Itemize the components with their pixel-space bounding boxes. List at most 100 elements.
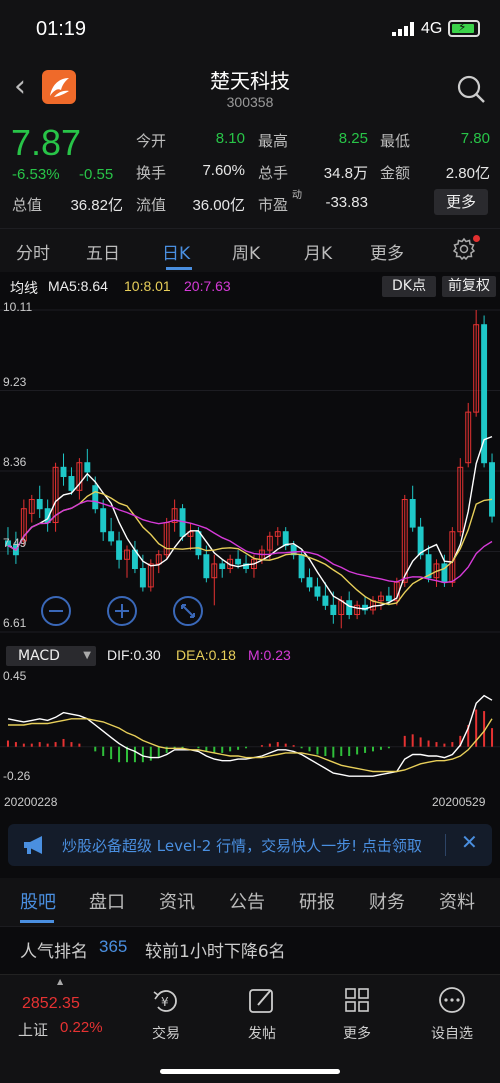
change-percent: -6.53% — [12, 166, 60, 183]
notification-dot — [473, 235, 480, 242]
candle-body — [116, 540, 123, 560]
dea-line — [8, 718, 493, 773]
quote-field-value: -33.83 — [325, 194, 368, 211]
candle-body — [417, 526, 424, 556]
macd-y-tick-label: -0.26 — [3, 769, 31, 783]
period-tab[interactable]: 五日 — [86, 239, 120, 264]
dropdown-arrow-icon: ▼ — [83, 650, 91, 661]
dif-value: DIF:0.30 — [107, 647, 161, 663]
content-tab[interactable]: 资讯 — [159, 888, 195, 914]
quote-field-label: 金额 — [380, 164, 411, 182]
ma20-value: 20:7.63 — [184, 278, 231, 294]
kline-chart[interactable]: 10.11 9.23 8.36 7.49 6.61 — [0, 298, 500, 640]
edit-icon — [249, 989, 273, 1013]
quote-field-value: 36.82亿 — [70, 197, 123, 214]
network-type: 4G — [421, 20, 443, 37]
indicator-select-label: MACD — [18, 648, 60, 664]
indicator-select[interactable]: MACD ▼ — [6, 646, 96, 666]
period-tab[interactable]: 周K — [232, 239, 260, 264]
search-icon[interactable] — [456, 74, 486, 104]
content-tab[interactable]: 研报 — [299, 888, 335, 914]
rank-label: 人气排名 — [20, 942, 88, 962]
candle-body — [219, 563, 226, 570]
quote-field-label: 最低 — [380, 132, 411, 150]
battery-icon: ⚡ — [448, 20, 480, 37]
quote-field-value: 36.00亿 — [192, 197, 245, 214]
signal-icon — [392, 22, 414, 36]
quote-field-label: 总手 — [258, 164, 289, 182]
more-dots-icon — [439, 987, 465, 1013]
macd-chart[interactable]: 0.45 -0.26 — [0, 669, 500, 794]
adjust-button[interactable]: 前复权 — [442, 276, 496, 297]
banner-text: 炒股必备超级 Level-2 行情，交易快人一步! 点击领取 — [62, 837, 422, 855]
settings-gear-icon[interactable] — [452, 237, 476, 261]
popularity-rank[interactable]: 人气排名 365 较前1小时下降6名 — [0, 926, 500, 972]
period-tab[interactable]: 分时 — [16, 239, 50, 264]
candle-body — [195, 531, 202, 556]
promo-banner[interactable]: 炒股必备超级 Level-2 行情，交易快人一步! 点击领取 ✕ — [8, 824, 492, 866]
dk-point-button[interactable]: DK点 — [382, 276, 436, 297]
nav-watchlist[interactable]: 设自选 — [422, 975, 482, 1045]
quote-field-label: 流值 — [136, 196, 167, 214]
candle-body — [481, 324, 488, 464]
index-percent: 0.22% — [60, 1019, 103, 1036]
trade-icon: ¥ — [153, 990, 177, 1012]
close-icon[interactable]: ✕ — [461, 830, 478, 854]
candle-body — [298, 554, 305, 579]
period-tab[interactable]: 更多 — [370, 239, 404, 264]
zoom-in-icon[interactable] — [106, 595, 138, 627]
period-tab[interactable]: 月K — [304, 239, 332, 264]
content-tab[interactable]: 股吧 — [20, 888, 56, 914]
quote-field-label: 市盈 — [258, 196, 289, 214]
quote-field-superscript: 动 — [292, 190, 302, 201]
nav-trade[interactable]: ¥ 交易 — [136, 975, 196, 1045]
candle-body — [92, 485, 99, 510]
content-tab[interactable]: 财务 — [369, 888, 405, 914]
ma-label: 均线 — [10, 281, 38, 297]
rank-value: 365 — [99, 937, 128, 956]
content-tabs: 股吧 盘口 资讯 公告 研报 财务 资料 — [0, 878, 500, 926]
candle-body — [203, 554, 210, 579]
quote-field-value: 34.8万 — [323, 165, 368, 182]
svg-text:¥: ¥ — [161, 995, 169, 1009]
macd-y-tick-label: 0.45 — [3, 669, 27, 683]
quote-field-value: 7.80 — [460, 130, 490, 147]
fullscreen-icon[interactable] — [172, 595, 204, 627]
nav-more[interactable]: 更多 — [327, 975, 387, 1045]
content-tab[interactable]: 盘口 — [89, 888, 125, 914]
ma10-value: 10:8.01 — [124, 278, 171, 294]
y-tick-label: 7.49 — [3, 535, 27, 550]
last-price: 7.87 — [11, 122, 82, 163]
y-tick-label: 9.23 — [3, 374, 27, 389]
candle-body — [139, 568, 146, 588]
stock-name: 楚天科技 — [210, 69, 290, 93]
more-button[interactable]: 更多 — [434, 189, 488, 215]
bottom-nav: ▲ 2852.35 上证 0.22% ¥ 交易 发帖 更多 设自选 — [0, 974, 500, 1083]
content-tab[interactable]: 公告 — [229, 888, 265, 914]
index-widget[interactable]: ▲ 2852.35 上证 0.22% — [0, 975, 130, 1045]
candle-body — [306, 577, 313, 588]
grid-icon — [345, 988, 369, 1012]
quote-panel: 7.87 -6.53% -0.55 今开 8.10 最高 8.25 最低 7.80 换手 7.… — [0, 118, 500, 228]
active-subtab-underline — [20, 920, 54, 923]
clock: 01:19 — [36, 18, 87, 40]
period-tab[interactable]: 日K — [162, 239, 190, 264]
candle-body — [68, 476, 75, 491]
period-tabs: 分时 五日 日K 周K 月K 更多 — [0, 228, 500, 272]
candle-body — [36, 499, 43, 510]
quote-field-value: 8.25 — [338, 130, 368, 147]
candle-body — [108, 531, 115, 542]
start-date: 20200228 — [4, 795, 58, 809]
candle-body — [322, 595, 329, 606]
zoom-out-icon[interactable] — [40, 595, 72, 627]
candle-body — [489, 462, 495, 517]
candle-body — [282, 531, 289, 547]
index-name: 上证 — [18, 1021, 49, 1039]
macd-legend: MACD ▼ DIF:0.30 DEA:0.18 M:0.23 — [0, 643, 500, 669]
change-amount: -0.55 — [79, 166, 114, 183]
nav-post[interactable]: 发帖 — [232, 975, 292, 1045]
content-tab[interactable]: 资料 — [439, 888, 475, 914]
quote-field-value: 8.10 — [215, 130, 245, 147]
candle-body — [100, 508, 107, 533]
kline-svg — [0, 309, 500, 633]
